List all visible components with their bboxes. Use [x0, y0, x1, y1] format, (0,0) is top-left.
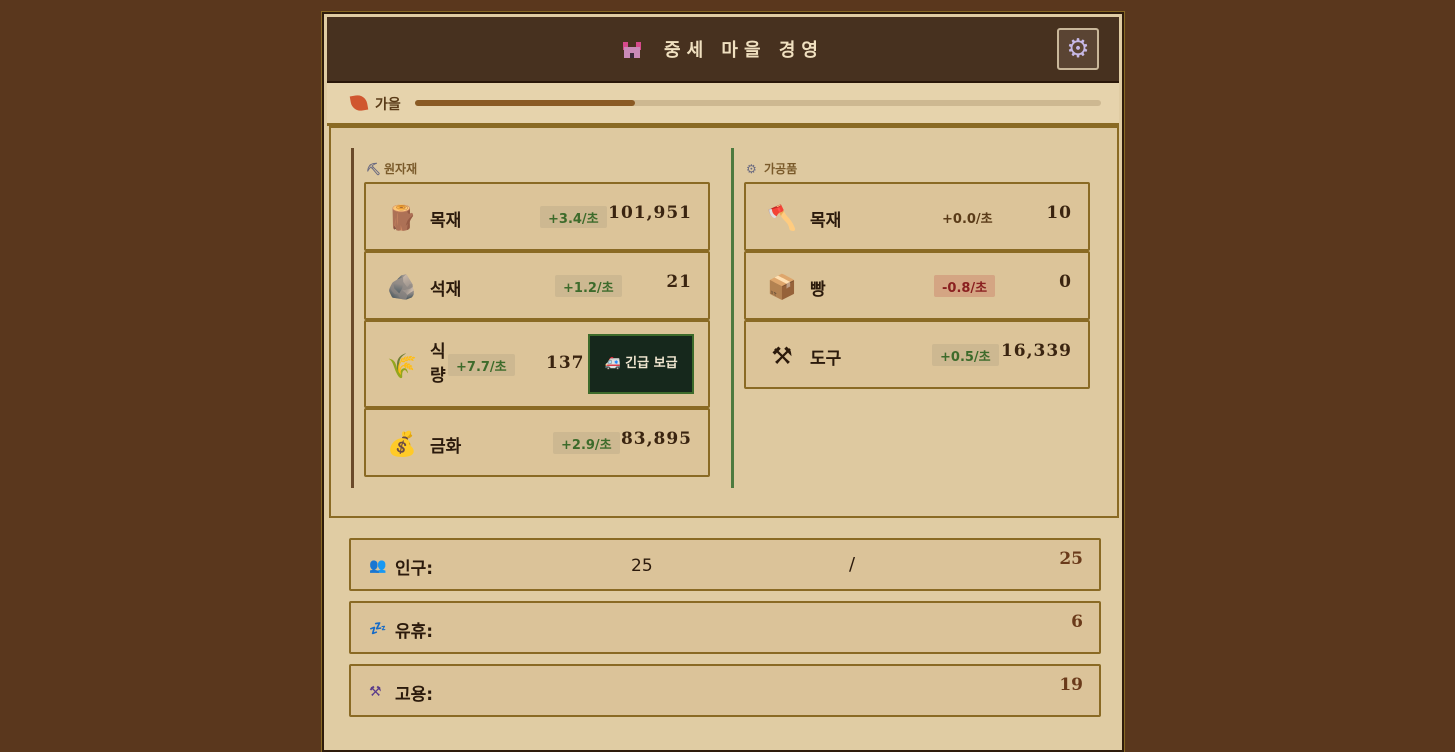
product-name: 빵: [810, 280, 826, 300]
product-card-lumber: 🪓 목재 +0.0/초 10: [744, 182, 1090, 251]
game-window: 중세 마을 경영 ⚙ 가을 ⛏ 원자재 🪵 목재 +3.4/초 101,951: [322, 12, 1124, 752]
processed-heading: 가공품: [764, 162, 798, 176]
product-rate: +0.0/초: [942, 211, 993, 227]
product-name: 목재: [810, 211, 842, 231]
resource-amount: 137: [546, 353, 585, 373]
resource-amount: 83,895: [620, 429, 692, 449]
castle-icon: [622, 40, 642, 58]
resources-panel: ⛏ 원자재 🪵 목재 +3.4/초 101,951 🪨 석재 +1.2/초 21…: [329, 126, 1119, 518]
population-stat: 👥 인구: 25 / 25: [349, 538, 1101, 591]
resource-name: 식량: [430, 342, 446, 386]
raw-heading: 원자재: [384, 162, 418, 176]
rock-icon: 🪨: [387, 273, 417, 301]
axe-icon: 🪓: [767, 204, 797, 232]
resource-amount: 101,951: [608, 203, 692, 223]
resource-rate: +1.2/초: [555, 275, 622, 297]
resource-name: 목재: [430, 211, 462, 231]
resource-card-food: 🌾 식량 +7.7/초 137 🚑 긴급 보급: [364, 320, 710, 408]
resource-card-gold: 💰 금화 +2.9/초 83,895: [364, 408, 710, 477]
product-rate: -0.8/초: [934, 275, 996, 297]
idle-value: 6: [1071, 612, 1083, 632]
product-amount: 10: [1046, 203, 1072, 223]
product-card-tools: ⚒ 도구 +0.5/초 16,339: [744, 320, 1090, 389]
log-icon: 🪵: [387, 204, 417, 232]
employed-value: 19: [1059, 675, 1083, 695]
resource-name: 금화: [430, 437, 462, 457]
product-name: 도구: [810, 349, 842, 369]
tools-icon: ⚒: [369, 684, 382, 700]
resource-amount: 21: [666, 272, 692, 292]
people-icon: 👥: [369, 558, 387, 574]
resource-rate: +7.7/초: [448, 354, 515, 376]
employed-stat: ⚒ 고용: 19: [349, 664, 1101, 717]
idle-stat: 💤 유휴: 6: [349, 601, 1101, 654]
season-label: 가을: [375, 97, 401, 113]
game-title: 중세 마을 경영: [664, 40, 824, 61]
product-amount: 16,339: [1000, 341, 1072, 361]
employed-label: 고용:: [395, 685, 434, 705]
gear-icon: ⚙: [1066, 34, 1090, 64]
resource-rate: +3.4/초: [540, 206, 607, 228]
raw-materials-column: ⛏ 원자재 🪵 목재 +3.4/초 101,951 🪨 석재 +1.2/초 21…: [351, 148, 714, 488]
population-separator: /: [849, 554, 856, 575]
pickaxe-icon: ⛏: [366, 161, 382, 176]
header-bar: 중세 마을 경영 ⚙: [327, 17, 1119, 83]
package-icon: 📦: [767, 273, 797, 301]
idle-label: 유휴:: [395, 622, 434, 642]
product-card-bread: 📦 빵 -0.8/초 0: [744, 251, 1090, 320]
product-amount: 0: [1059, 272, 1072, 292]
settings-button[interactable]: ⚙: [1057, 28, 1099, 70]
season-bar: 가을: [327, 83, 1119, 126]
sleeping-icon: 💤: [369, 621, 387, 637]
population-max: 25: [1059, 549, 1083, 569]
money-bag-icon: 💰: [387, 430, 417, 458]
processed-goods-column: ⚙ 가공품 🪓 목재 +0.0/초 10 📦 빵 -0.8/초 0 ⚒ 도구 +…: [731, 148, 1094, 488]
resource-card-wood: 🪵 목재 +3.4/초 101,951: [364, 182, 710, 251]
population-current: 25: [631, 556, 653, 576]
emergency-supply-button[interactable]: 🚑 긴급 보급: [588, 334, 694, 394]
resource-rate: +2.9/초: [553, 432, 620, 454]
resource-name: 석재: [430, 280, 462, 300]
hammer-pick-icon: ⚒: [771, 342, 793, 370]
population-label: 인구:: [395, 559, 434, 579]
season-progress-fill: [415, 100, 635, 106]
product-rate: +0.5/초: [932, 344, 999, 366]
resource-card-stone: 🪨 석재 +1.2/초 21: [364, 251, 710, 320]
wheat-icon: 🌾: [387, 352, 417, 380]
season-progress: [415, 100, 1101, 106]
gear-small-icon: ⚙: [746, 161, 757, 176]
autumn-leaf-icon: [349, 93, 369, 113]
